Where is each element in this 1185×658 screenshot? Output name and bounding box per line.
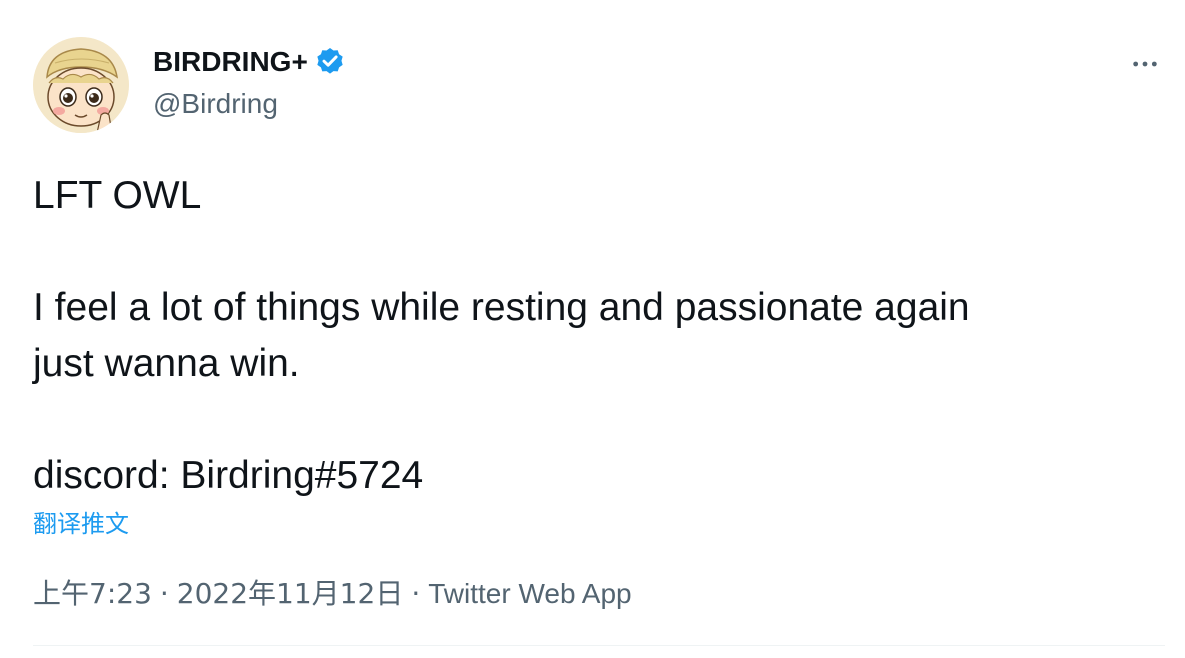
tweet-date[interactable]: 2022年11月12日	[177, 577, 404, 610]
user-handle[interactable]: @Birdring	[153, 84, 346, 124]
avatar[interactable]	[33, 37, 129, 133]
display-name-row: BIRDRING+	[153, 40, 346, 84]
display-name[interactable]: BIRDRING+	[153, 40, 308, 84]
more-options-icon[interactable]	[1127, 46, 1163, 82]
author-block: BIRDRING+ @Birdring	[153, 40, 346, 130]
tweet-card: BIRDRING+ @Birdring LFT OWL I feel a lot…	[0, 0, 1185, 658]
tweet-time[interactable]: 上午7:23	[33, 577, 152, 610]
tweet-text: LFT OWL I feel a lot of things while res…	[33, 174, 970, 497]
divider	[33, 645, 1165, 646]
cartoon-avatar-icon	[33, 37, 129, 133]
verified-badge-icon[interactable]	[314, 46, 346, 78]
meta-separator: ·	[159, 577, 169, 610]
tweet-metadata: 上午7:23 · 2022年11月12日 · Twitter Web App	[33, 574, 632, 614]
tweet-source[interactable]: Twitter Web App	[428, 578, 631, 609]
translate-tweet-link[interactable]: 翻译推文	[33, 506, 129, 542]
meta-separator: ·	[411, 577, 421, 610]
